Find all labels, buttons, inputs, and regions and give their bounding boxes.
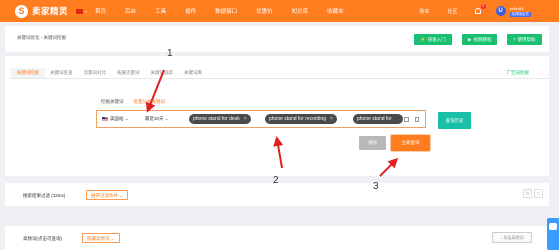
export-high-frequency-button[interactable]: ↓ 导出高频词 (492, 232, 532, 243)
tab-reverse-lookup[interactable]: 关键词反查 (45, 68, 79, 78)
china-flag-icon[interactable] (76, 8, 84, 14)
result-filter-bar: 搜索结果过滤 (33ms) 展开过滤条件 ⌄ ↻ □ (5, 183, 549, 206)
lightning-icon: ⚡ (420, 37, 426, 42)
notification-bell[interactable]: 3 (474, 3, 486, 16)
query-now-button[interactable]: 立即查询 (391, 135, 430, 151)
membership-badge: 经典版会员 (509, 11, 531, 17)
subtab-batch-analysis[interactable]: 批量分析关键词 (134, 99, 166, 105)
play-icon: ▶ (468, 37, 472, 42)
keyword-chip[interactable]: phone stand for desk × (189, 114, 251, 124)
logo-text: 卖家精灵 (32, 6, 69, 16)
filter-tools: ↻ □ (521, 189, 543, 198)
high-frequency-title: 高频词(点击可查询) (23, 236, 62, 241)
nav-item-api[interactable]: 数据接口 (215, 7, 237, 15)
refresh-icon[interactable]: ↻ (523, 189, 532, 198)
collapse-icon[interactable]: □ (534, 189, 543, 198)
chevron-down-icon: ⌄ (164, 116, 169, 121)
main-nav: 首页 后台 工具 插件 数据接口 优惠价 知识库 收藏夹 (95, 7, 363, 15)
help-label: 使用帮助 (517, 37, 536, 42)
tab-traffic-compare[interactable]: 流量词对比 (78, 68, 112, 78)
annotation-number-1: 1 (167, 48, 173, 59)
user-name: seller88 (509, 5, 524, 11)
nav-item-backend[interactable]: 后台 (125, 7, 136, 15)
nav-item-tools[interactable]: 工具 (155, 7, 166, 15)
breadcrumb-bar: 关键词优化 › 关键词挖掘 ⚡ 快速入门 ▶ 视频教程 ? 使用帮助 (5, 26, 549, 52)
keyword-chip-label: phone stand for recording (269, 116, 326, 122)
copy-icon[interactable] (415, 117, 419, 122)
tab-keyword-mining[interactable]: 关键词挖掘 (11, 68, 45, 78)
quick-start-button[interactable]: ⚡ 快速入门 (414, 34, 452, 45)
video-tutorial-button[interactable]: ▶ 视频教程 (462, 34, 498, 45)
clear-button[interactable]: 清除 (359, 136, 386, 150)
help-icon: ? (513, 37, 516, 42)
tool-tabs: 关键词挖掘 关键词反查 流量词对比 拓展流量词 关键词追踪 关键词库 (11, 68, 208, 78)
ad-keyword-link[interactable]: 广告词挖掘 (507, 70, 530, 76)
quick-start-label: 快速入门 (427, 37, 446, 42)
expand-filters-button[interactable]: 展开过滤条件 ⌄ (86, 190, 129, 200)
tab-expand-traffic[interactable]: 拓展流量词 (112, 68, 146, 78)
video-tutorial-label: 视频教程 (473, 37, 492, 42)
search-panel: 关键词挖掘 关键词反查 流量词对比 拓展流量词 关键词追踪 关键词库 广告词挖掘… (5, 56, 549, 176)
top-navbar: S 卖家精灵 ▾ 首页 后台 工具 插件 数据接口 优惠价 知识库 收藏夹 购买… (0, 0, 559, 22)
mode-subtabs: 挖掘关键词 批量分析关键词 (101, 99, 175, 105)
help-button[interactable]: ? 使用帮助 (507, 34, 542, 45)
keyword-chip[interactable]: phone stand for recording × (265, 114, 337, 124)
buy-link[interactable]: 购买 (419, 8, 429, 15)
nav-item-knowledge[interactable]: 知识库 (292, 7, 309, 15)
keyword-input-box[interactable]: 美国站 ⌄ 最近30天 ⌄ phone stand for desk × phon… (96, 110, 426, 128)
high-frequency-bar: 高频词(点击可查询) 隐藏高频词 ⌄ ↓ 导出高频词 (5, 226, 549, 250)
region-caret-icon[interactable]: ▾ (85, 9, 87, 14)
nav-item-plugin[interactable]: 插件 (185, 7, 196, 15)
close-icon[interactable]: × (330, 116, 333, 122)
us-flag-icon (102, 117, 108, 121)
keyword-chip-label: phone stand for desk (193, 116, 240, 122)
community-link[interactable]: 社区 (447, 8, 457, 15)
keyword-chip[interactable]: phone stand for (353, 114, 403, 124)
filter-title: 搜索结果过滤 (33ms) (23, 193, 66, 198)
top-right-area: 购买 社区 3 U seller88 经典版会员 (401, 0, 531, 22)
annotation-number-2: 2 (273, 175, 279, 186)
site-label: 美国站 (110, 116, 124, 121)
breadcrumb: 关键词优化 › 关键词挖掘 (17, 35, 66, 40)
notification-badge: 3 (480, 3, 486, 9)
logo[interactable]: S 卖家精灵 (15, 4, 69, 18)
tab-keyword-tracking[interactable]: 关键词追踪 (145, 68, 179, 78)
subtab-mine-keyword[interactable]: 挖掘关键词 (101, 99, 124, 105)
tab-divider (10, 78, 549, 79)
logo-icon: S (15, 4, 28, 18)
nav-item-favorites[interactable]: 收藏夹 (327, 7, 344, 15)
bell-icon (474, 7, 481, 14)
query-history-button[interactable]: 查询历史 (438, 112, 471, 129)
clear-input-icon[interactable] (404, 117, 409, 122)
user-info[interactable]: seller88 经典版会员 (509, 5, 531, 17)
nav-item-home[interactable]: 首页 (95, 7, 106, 15)
close-icon[interactable]: × (244, 116, 247, 122)
time-range-select[interactable]: 最近30天 ⌄ (145, 116, 169, 122)
customer-service-widget[interactable] (547, 218, 559, 250)
keyword-chip-label: phone stand for (357, 116, 392, 122)
nav-item-discount[interactable]: 优惠价 (256, 7, 273, 15)
hide-high-frequency-button[interactable]: 隐藏高频词 ⌄ (82, 233, 120, 243)
time-range-label: 最近30天 (145, 116, 164, 121)
annotation-number-3: 3 (373, 181, 379, 192)
avatar[interactable]: U (495, 6, 506, 16)
site-select[interactable]: 美国站 ⌄ (110, 116, 129, 122)
chat-bubble-icon (549, 223, 557, 230)
chevron-down-icon: ⌄ (124, 116, 129, 121)
tab-keyword-library[interactable]: 关键词库 (179, 68, 208, 78)
